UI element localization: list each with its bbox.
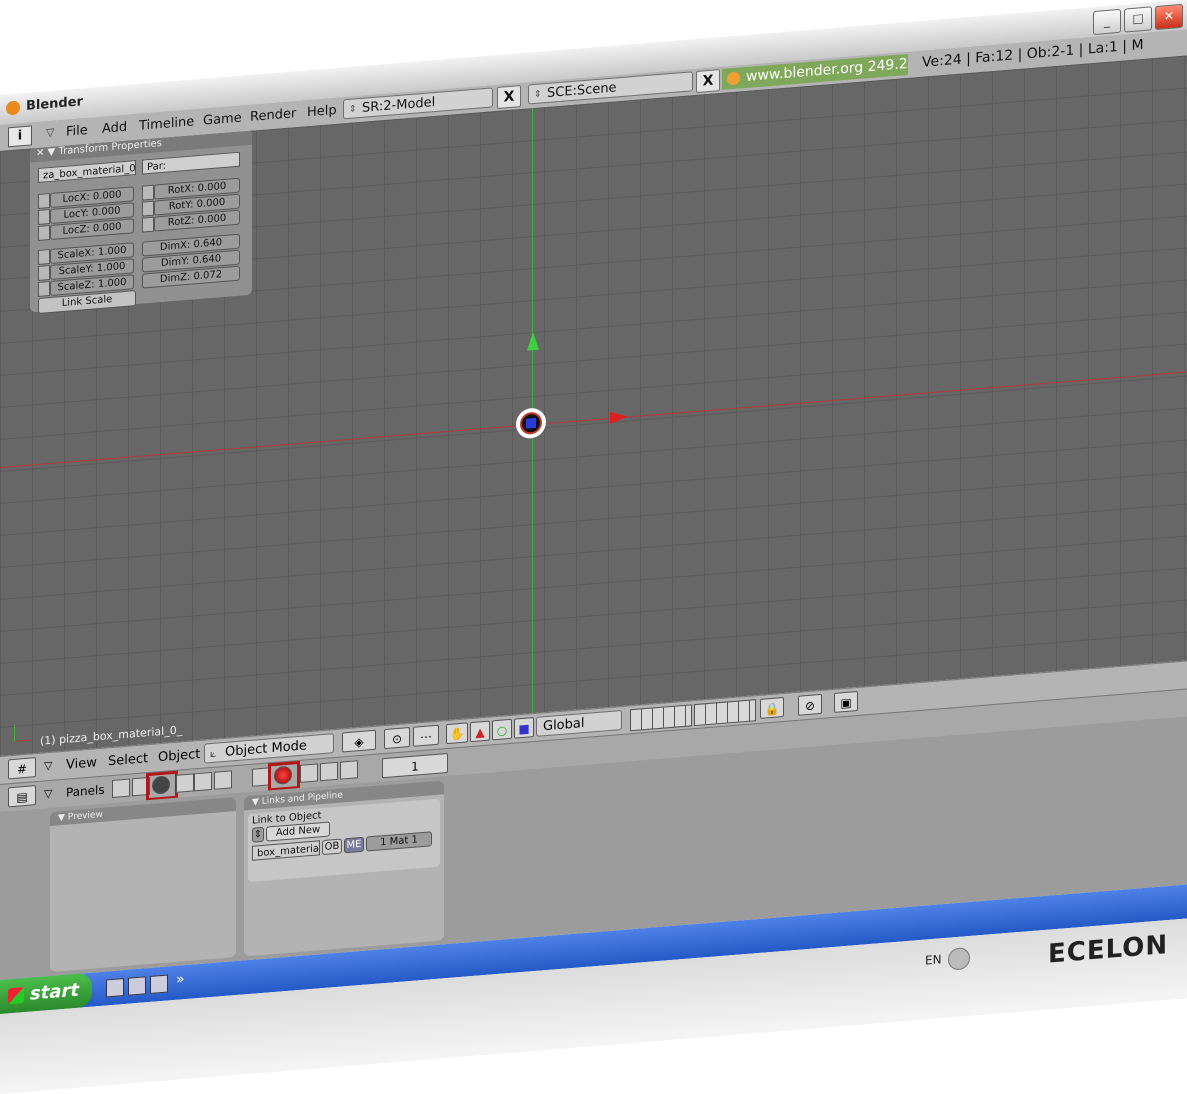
delete-screen-button[interactable]: X [497, 85, 521, 110]
orientation-select-value: Global [543, 715, 585, 735]
lock-layers-icon[interactable]: 🔒 [760, 696, 784, 719]
menu-file[interactable]: File [66, 123, 88, 140]
lock-icon[interactable] [38, 208, 50, 225]
select-arrows-icon: ⇕ [349, 104, 357, 115]
preview-panel: ▼ Preview [50, 797, 236, 972]
blender-logo-icon [727, 71, 740, 86]
expand-icon: ▼ [58, 812, 68, 824]
frame-number-value: 1 [411, 759, 419, 774]
scene-select-value: SCE:Scene [547, 80, 617, 101]
lock-icon[interactable] [38, 224, 50, 241]
language-indicator[interactable]: EN [925, 952, 942, 967]
windows-logo-icon [8, 987, 24, 1005]
x-axis-line [0, 371, 1187, 468]
parent-field[interactable]: Par: [142, 151, 240, 175]
window-type-icon[interactable]: ▤ [8, 785, 36, 808]
view-axis-icon [14, 723, 31, 742]
info-window-button[interactable]: i [8, 125, 32, 148]
editing-context-icon[interactable] [194, 771, 212, 792]
minimize-button[interactable]: _ [1093, 8, 1121, 36]
menu-render[interactable]: Render [250, 106, 296, 125]
y-manipulator-arrow[interactable] [527, 331, 539, 351]
translate-manipulator-icon[interactable]: ▲ [470, 720, 490, 743]
me-link-button[interactable]: ME [344, 836, 364, 854]
lock-icon[interactable] [142, 184, 154, 201]
brand-logo: ECELON [1048, 930, 1169, 970]
more-quicklaunch-icon[interactable]: » [176, 971, 185, 988]
links-panel-title: Links and Pipeline [261, 790, 343, 807]
delete-scene-button[interactable]: X [696, 69, 720, 94]
layer-buttons-group-1[interactable] [630, 704, 692, 732]
render-view-icon[interactable]: ▣ [834, 690, 858, 713]
language-bar-icon[interactable] [948, 946, 970, 971]
world-buttons-icon[interactable] [340, 760, 358, 780]
start-label: start [30, 979, 79, 1005]
lock-icon[interactable] [142, 200, 154, 217]
layer-buttons-group-2[interactable] [694, 699, 756, 727]
blender-logo-icon [6, 100, 20, 116]
maximize-button[interactable]: □ [1124, 6, 1152, 33]
ob-link-button[interactable]: OB [322, 838, 342, 856]
logic-context-icon[interactable] [112, 778, 130, 798]
collapse-menu-icon[interactable]: ▽ [46, 126, 54, 140]
scale-manipulator-icon[interactable]: ■ [514, 717, 534, 739]
lock-icon[interactable] [142, 216, 154, 233]
hand-manipulator-icon[interactable]: ✋ [446, 722, 468, 745]
show-desktop-icon[interactable] [106, 978, 124, 998]
orientation-select[interactable]: Global [536, 709, 622, 737]
snap-icon[interactable]: ⋯ [413, 724, 439, 747]
close-button[interactable]: ✕ [1155, 3, 1183, 31]
selected-object-center [526, 417, 536, 429]
material-index-field[interactable]: 1 Mat 1 [366, 831, 432, 852]
x-manipulator-arrow[interactable] [610, 410, 628, 424]
media-quicklaunch-icon[interactable] [150, 974, 168, 994]
mode-select-value: Object Mode [225, 738, 307, 760]
browser-quicklaunch-icon[interactable] [128, 976, 146, 996]
texture-buttons-icon[interactable] [300, 763, 318, 783]
lock-icon[interactable] [38, 280, 50, 297]
window-title: Blender [26, 94, 83, 114]
object-origin-gizmo[interactable] [516, 407, 546, 440]
draw-type-icon[interactable]: ◈ [342, 729, 376, 753]
highlight-material-buttons [268, 760, 300, 792]
close-panel-icon[interactable]: ✕ ▼ [36, 146, 58, 160]
menu-object[interactable]: Object [158, 747, 200, 765]
pivot-icon[interactable]: ⊙ [384, 727, 410, 750]
3d-viewport[interactable]: (1) pizza_box_material_0_ ✕ ▼ Transform … [0, 55, 1187, 757]
select-arrows-icon: ⇕ [534, 89, 542, 101]
menu-add[interactable]: Add [102, 120, 127, 137]
object-name-field[interactable]: za_box_material_0_ [38, 160, 136, 183]
collapse-menu-icon[interactable]: ▽ [44, 787, 52, 801]
transform-properties-panel: ✕ ▼ Transform Properties za_box_material… [30, 128, 252, 314]
lock-icon[interactable] [38, 264, 50, 281]
lock-icon[interactable] [38, 248, 50, 265]
menu-help[interactable]: Help [307, 103, 337, 120]
proportional-edit-icon[interactable]: ⊘ [798, 693, 822, 716]
highlight-shading-context [146, 770, 178, 802]
rotate-manipulator-icon[interactable]: ○ [492, 718, 512, 741]
menu-view[interactable]: View [66, 755, 97, 772]
menu-select[interactable]: Select [108, 751, 148, 769]
collapse-menu-icon[interactable]: ▽ [44, 759, 52, 773]
preview-panel-title: Preview [67, 809, 103, 823]
object-mode-icon: ⟀ [210, 746, 217, 761]
frame-number-field[interactable]: 1 [382, 752, 448, 779]
view-type-grid-icon[interactable]: # [8, 757, 36, 780]
blender-window: Blender _ □ ✕ i ▽ File Add Timeline Game… [0, 0, 1187, 1094]
links-pipeline-panel: ▼ Links and Pipeline Link to Object ⇕ Ad… [244, 780, 444, 957]
lock-icon[interactable] [38, 192, 50, 209]
radiosity-buttons-icon[interactable] [320, 761, 338, 782]
expand-icon: ▼ [252, 796, 262, 808]
object-context-icon[interactable] [176, 773, 194, 793]
material-name-field[interactable]: box_material_0_ [252, 840, 320, 861]
menu-timeline[interactable]: Timeline [139, 114, 194, 133]
scene-context-icon[interactable] [214, 770, 232, 790]
browse-material-icon[interactable]: ⇕ [252, 826, 264, 843]
menu-game[interactable]: Game [203, 111, 242, 129]
panels-label: Panels [66, 782, 105, 800]
link-to-object-box: Link to Object ⇕ Add New box_material_0_… [248, 798, 440, 883]
screen-select-value: SR:2-Model [362, 94, 436, 116]
